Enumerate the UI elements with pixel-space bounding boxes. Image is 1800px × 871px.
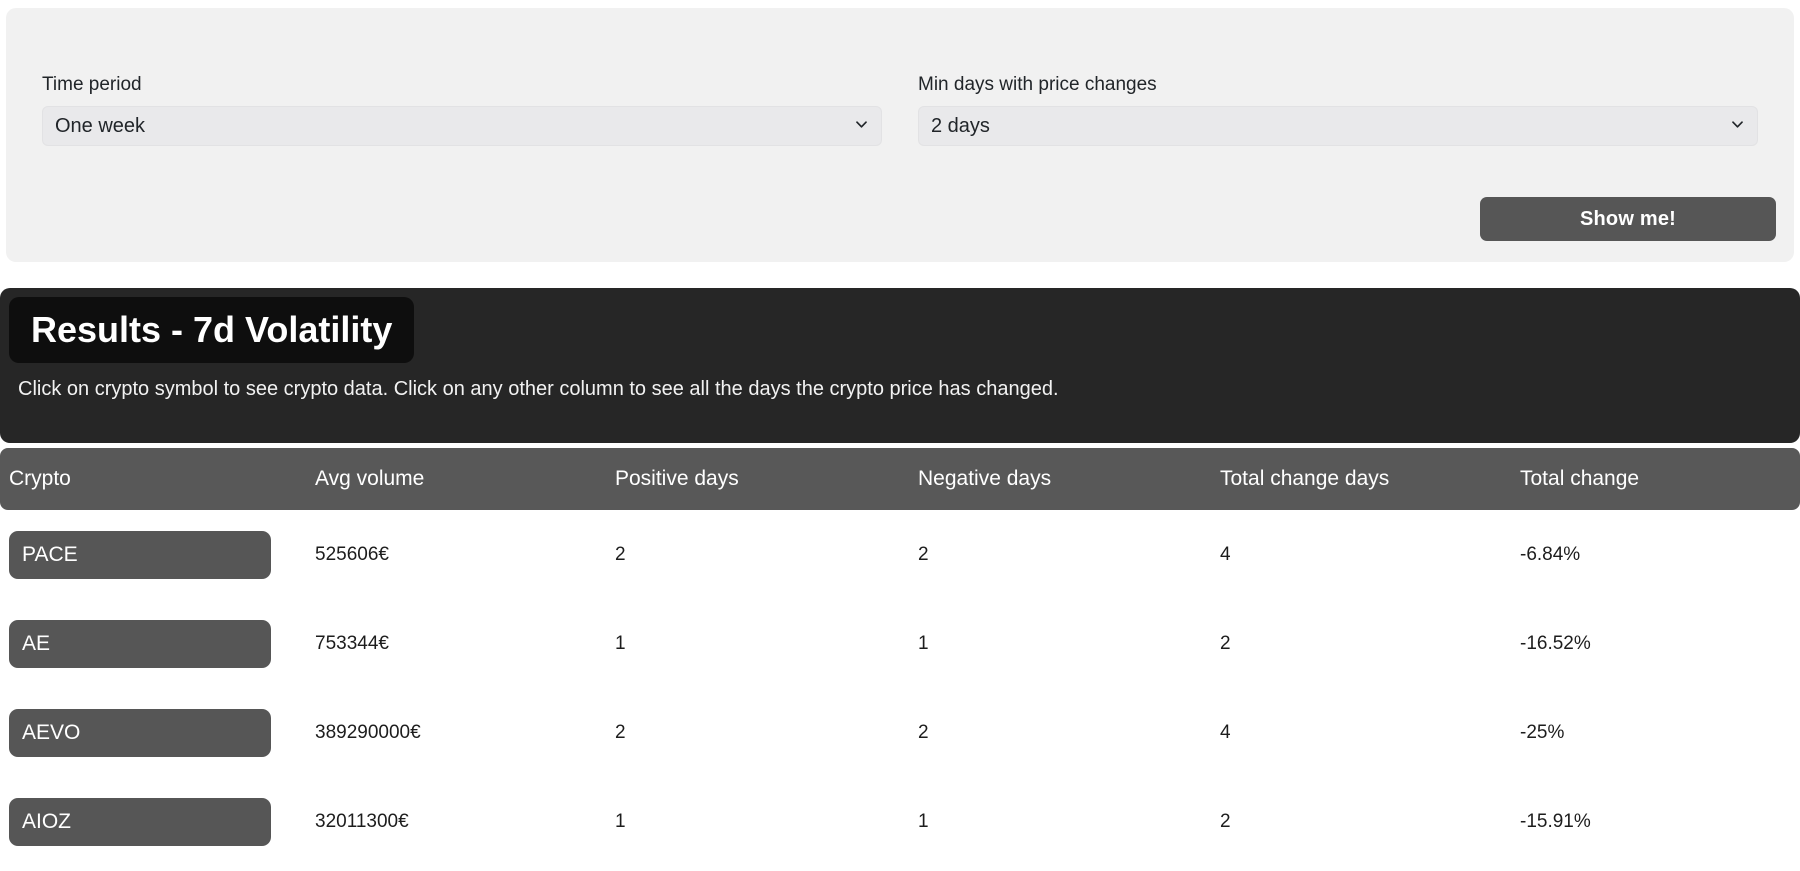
results-title-badge: Results - 7d Volatility <box>9 297 415 363</box>
table-row[interactable]: PACE 525606€ 2 2 4 -6.84% <box>0 510 1800 599</box>
column-header-avg-volume[interactable]: Avg volume <box>315 467 424 491</box>
cell-avg-volume[interactable]: 753344€ <box>315 633 389 655</box>
chevron-down-icon <box>1731 118 1744 131</box>
column-header-total-change-days[interactable]: Total change days <box>1220 467 1389 491</box>
time-period-label: Time period <box>42 74 142 95</box>
time-period-value: One week <box>55 115 146 137</box>
cell-total-change-days[interactable]: 4 <box>1220 722 1231 744</box>
min-days-label: Min days with price changes <box>918 74 1157 95</box>
chevron-down-icon <box>855 118 868 131</box>
cell-total-change[interactable]: -15.91% <box>1520 811 1591 833</box>
cell-total-change-days[interactable]: 4 <box>1220 544 1231 566</box>
table-body: PACE 525606€ 2 2 4 -6.84% AE 753344€ 1 1… <box>0 510 1800 866</box>
column-header-crypto[interactable]: Crypto <box>9 467 71 491</box>
cell-negative-days[interactable]: 2 <box>918 544 929 566</box>
cell-negative-days[interactable]: 2 <box>918 722 929 744</box>
crypto-symbol-button[interactable]: AIOZ <box>9 797 271 846</box>
column-header-positive-days[interactable]: Positive days <box>615 467 739 491</box>
cell-negative-days[interactable]: 1 <box>918 811 929 833</box>
results-subtitle: Click on crypto symbol to see crypto dat… <box>18 378 1059 400</box>
cell-positive-days[interactable]: 1 <box>615 811 626 833</box>
crypto-symbol-button[interactable]: AEVO <box>9 708 271 757</box>
time-period-control: Time period One week <box>42 74 882 146</box>
cell-positive-days[interactable]: 1 <box>615 633 626 655</box>
column-header-negative-days[interactable]: Negative days <box>918 467 1051 491</box>
table-header-row: Crypto Avg volume Positive days Negative… <box>0 448 1800 510</box>
crypto-symbol-button[interactable]: PACE <box>9 530 271 579</box>
cell-total-change[interactable]: -25% <box>1520 722 1564 744</box>
cell-avg-volume[interactable]: 525606€ <box>315 544 389 566</box>
cell-negative-days[interactable]: 1 <box>918 633 929 655</box>
cell-total-change[interactable]: -6.84% <box>1520 544 1580 566</box>
cell-positive-days[interactable]: 2 <box>615 722 626 744</box>
table-row[interactable]: AEVO 389290000€ 2 2 4 -25% <box>0 688 1800 777</box>
cell-avg-volume[interactable]: 32011300€ <box>315 811 409 833</box>
results-table: Crypto Avg volume Positive days Negative… <box>0 448 1800 866</box>
cell-avg-volume[interactable]: 389290000€ <box>315 722 421 744</box>
app-root: Time period One week Min days with price… <box>0 0 1800 871</box>
results-panel: Results - 7d Volatility Click on crypto … <box>0 288 1800 443</box>
show-me-button[interactable]: Show me! <box>1480 197 1776 241</box>
min-days-control: Min days with price changes 2 days <box>918 74 1758 146</box>
cell-total-change-days[interactable]: 2 <box>1220 811 1231 833</box>
crypto-symbol-button[interactable]: AE <box>9 619 271 668</box>
table-row[interactable]: AIOZ 32011300€ 1 1 2 -15.91% <box>0 777 1800 866</box>
column-header-total-change[interactable]: Total change <box>1520 467 1639 491</box>
filter-panel: Time period One week Min days with price… <box>6 8 1794 262</box>
min-days-select[interactable]: 2 days <box>918 106 1758 146</box>
time-period-select[interactable]: One week <box>42 106 882 146</box>
table-row[interactable]: AE 753344€ 1 1 2 -16.52% <box>0 599 1800 688</box>
cell-total-change-days[interactable]: 2 <box>1220 633 1231 655</box>
min-days-value: 2 days <box>931 115 990 137</box>
cell-total-change[interactable]: -16.52% <box>1520 633 1591 655</box>
cell-positive-days[interactable]: 2 <box>615 544 626 566</box>
